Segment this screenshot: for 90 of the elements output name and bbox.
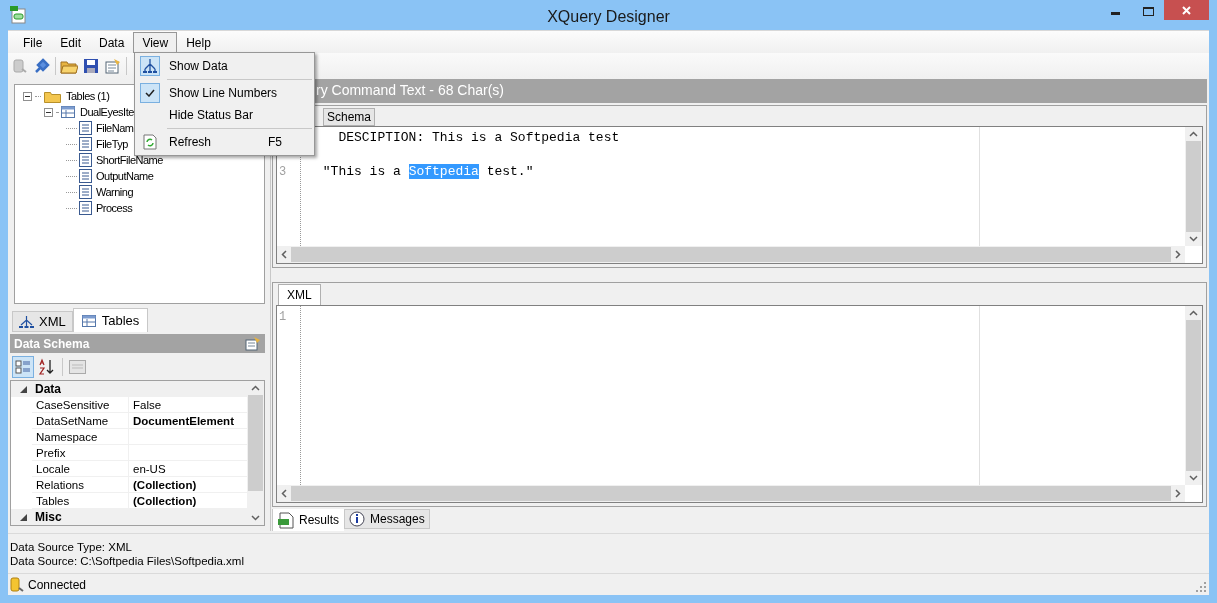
- property-name[interactable]: Namespace: [32, 429, 129, 444]
- tab[interactable]: Tables: [72, 308, 149, 332]
- refresh-icon: [143, 134, 157, 150]
- scroll-right-icon[interactable]: [1175, 489, 1181, 498]
- table-icon: [61, 106, 75, 118]
- tab[interactable]: Messages: [344, 509, 430, 529]
- property-name[interactable]: DataSetName: [32, 413, 129, 428]
- scrollbar-thumb[interactable]: [1186, 320, 1201, 471]
- scroll-left-icon[interactable]: [281, 489, 287, 498]
- panel-title: ry Command Text - 68 Char(s): [316, 81, 504, 101]
- info-text: Data Source: C:\Softpedia Files\Softpedia.xml: [10, 553, 245, 568]
- app-icon: [10, 6, 26, 24]
- scroll-up-icon[interactable]: [251, 385, 260, 391]
- table-icon: [81, 314, 96, 327]
- menu-item[interactable]: File: [14, 32, 52, 53]
- close-icon: [1182, 5, 1191, 15]
- tree-item[interactable]: DualEyesIte: [80, 103, 134, 121]
- scroll-down-icon[interactable]: [1189, 475, 1198, 481]
- collapse-icon[interactable]: [44, 107, 53, 117]
- menu-item[interactable]: Data: [90, 32, 134, 53]
- tree-item[interactable]: FileNam: [96, 119, 134, 137]
- scroll-down-icon[interactable]: [251, 515, 260, 521]
- scroll-left-icon[interactable]: [281, 250, 287, 260]
- scrollbar-thumb[interactable]: [1186, 140, 1201, 233]
- property-value[interactable]: (Collection): [129, 493, 197, 508]
- resize-grip-icon[interactable]: [1196, 582, 1206, 592]
- maximize-icon[interactable]: [1143, 7, 1154, 16]
- close-button[interactable]: [1164, 0, 1209, 20]
- tab[interactable]: XML: [12, 311, 73, 332]
- category-label[interactable]: Misc: [35, 508, 62, 525]
- hierarchy-icon: [19, 314, 34, 329]
- database-icon: [10, 576, 24, 593]
- property-value[interactable]: en-US: [129, 461, 166, 476]
- table-icon: [79, 121, 92, 135]
- line-number: 1: [279, 310, 287, 325]
- folder-icon: [44, 89, 61, 103]
- property-name[interactable]: Tables: [32, 493, 129, 508]
- tree-item[interactable]: FileTyp: [96, 135, 128, 153]
- tree-item[interactable]: Warning: [96, 183, 134, 201]
- property-name[interactable]: CaseSensitive: [32, 397, 129, 412]
- tab[interactable]: XML: [278, 284, 321, 306]
- category-label[interactable]: Data: [35, 381, 61, 398]
- scroll-right-icon[interactable]: [1175, 250, 1181, 260]
- line-number: 3: [279, 164, 287, 179]
- property-value[interactable]: DocumentElement: [129, 413, 234, 428]
- property-name[interactable]: Prefix: [32, 445, 129, 460]
- menu-item[interactable]: Show Line Numbers: [135, 82, 314, 104]
- tab[interactable]: Results: [272, 509, 344, 531]
- scroll-down-icon[interactable]: [1189, 236, 1198, 243]
- menu-item[interactable]: Edit: [51, 32, 91, 53]
- property-value[interactable]: False: [129, 397, 162, 412]
- menu-item[interactable]: Show Data: [135, 55, 314, 77]
- tree-item[interactable]: OutputName: [96, 167, 154, 185]
- scroll-up-icon[interactable]: [1189, 310, 1198, 317]
- tree-item[interactable]: Tables (1): [66, 87, 110, 105]
- database-icon[interactable]: [11, 57, 29, 75]
- property-name[interactable]: Locale: [32, 461, 129, 476]
- tab[interactable]: Schema: [323, 107, 376, 126]
- vertical-scrollbar[interactable]: [1185, 306, 1202, 485]
- info-icon: [349, 511, 365, 527]
- menu-item[interactable]: Hide Status Bar: [135, 104, 314, 126]
- menu-item[interactable]: Help: [177, 32, 220, 53]
- code-line: DESCIPTION: This is a Softpedia test: [337, 129, 620, 145]
- categorized-icon[interactable]: [12, 355, 34, 378]
- connect-icon[interactable]: [33, 57, 51, 75]
- spreadsheet-icon: [278, 511, 294, 529]
- info-text: Data Source Type: XML: [10, 539, 133, 554]
- hierarchy-icon: [142, 58, 158, 74]
- panel-title: Data Schema: [14, 335, 90, 353]
- tree-item[interactable]: Process: [96, 199, 133, 217]
- property-name[interactable]: Relations: [32, 477, 129, 492]
- menu-item[interactable]: View: [133, 32, 178, 53]
- status-text: Connected: [28, 576, 87, 594]
- code-line: "This is a Softpedia test.": [321, 163, 534, 179]
- collapse-icon[interactable]: [19, 385, 27, 393]
- collapse-icon[interactable]: [19, 513, 27, 521]
- table-icon: [79, 153, 92, 167]
- save-icon[interactable]: [82, 57, 100, 75]
- table-icon: [79, 137, 92, 151]
- scroll-up-icon[interactable]: [1189, 130, 1198, 137]
- table-icon: [79, 201, 92, 215]
- properties-icon[interactable]: [245, 336, 261, 351]
- scrollbar-thumb[interactable]: [248, 395, 263, 491]
- collapse-icon[interactable]: [23, 91, 32, 101]
- property-value[interactable]: (Collection): [129, 477, 197, 492]
- table-icon: [79, 185, 92, 199]
- tree-item[interactable]: ShortFileName: [96, 151, 163, 169]
- window-title: XQuery Designer: [547, 7, 670, 27]
- table-icon: [79, 169, 92, 183]
- vertical-scrollbar[interactable]: [1185, 126, 1202, 247]
